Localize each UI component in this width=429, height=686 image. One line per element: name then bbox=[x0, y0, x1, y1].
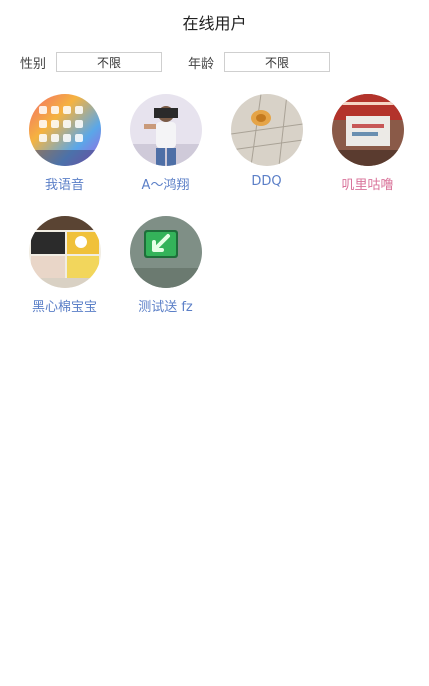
user-name: DDQ bbox=[251, 174, 282, 189]
user-name: 叽里咕噜 bbox=[341, 178, 394, 193]
user-card[interactable]: 我语音 bbox=[14, 94, 115, 216]
gender-select[interactable]: 不限 bbox=[56, 52, 162, 72]
age-label: 年龄 bbox=[188, 56, 215, 72]
user-name: 我语音 bbox=[44, 178, 84, 193]
avatar bbox=[230, 94, 303, 166]
avatar bbox=[129, 216, 202, 288]
avatar bbox=[28, 216, 101, 288]
age-select-value: 不限 bbox=[264, 55, 289, 70]
gender-select-value: 不限 bbox=[96, 55, 121, 70]
page-title: 在线用户 bbox=[182, 14, 247, 33]
user-card[interactable]: DDQ bbox=[216, 94, 317, 216]
gender-label: 性别 bbox=[20, 56, 47, 72]
user-name: A～鸿翔 bbox=[141, 178, 190, 193]
avatar bbox=[331, 94, 404, 166]
user-name: 黑心棉宝宝 bbox=[31, 300, 97, 315]
avatar bbox=[28, 94, 101, 166]
avatar bbox=[129, 94, 202, 166]
user-name: 测试送 fz bbox=[138, 300, 193, 315]
user-card[interactable]: 黑心棉宝宝 bbox=[14, 216, 115, 338]
filter-bar: 性别 不限 年龄 不限 bbox=[20, 51, 330, 73]
user-card[interactable]: A～鸿翔 bbox=[115, 94, 216, 216]
user-card[interactable]: 测试送 fz bbox=[115, 216, 216, 338]
online-user-grid: 我语音 A～鸿翔 DDQ 叽里咕噜 黑心棉宝宝 测试送 fz bbox=[14, 94, 426, 338]
age-select[interactable]: 不限 bbox=[224, 52, 330, 72]
user-card[interactable]: 叽里咕噜 bbox=[317, 94, 418, 216]
